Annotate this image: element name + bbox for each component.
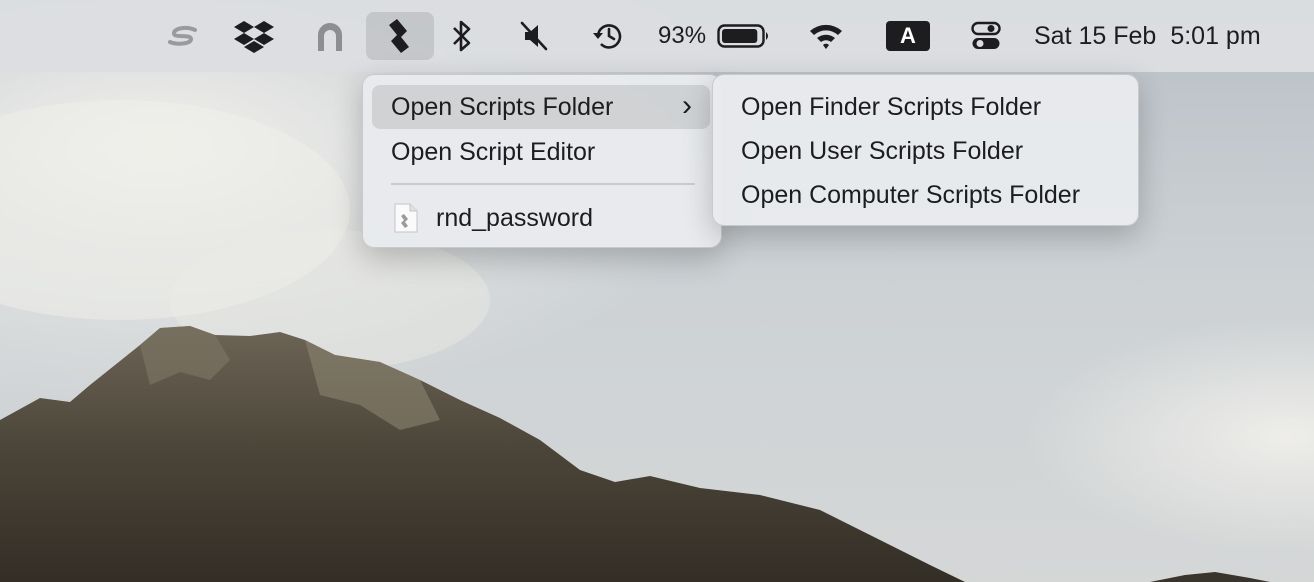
menu-item-open-script-editor[interactable]: Open Script Editor bbox=[372, 130, 710, 174]
bluetooth-icon[interactable] bbox=[440, 12, 484, 60]
time-text: 5:01 pm bbox=[1170, 21, 1261, 50]
time-machine-icon[interactable] bbox=[585, 12, 631, 60]
wifi-icon[interactable] bbox=[804, 12, 848, 60]
menu-item-rnd-password[interactable]: rnd_password bbox=[372, 196, 710, 240]
input-source-icon[interactable]: A bbox=[884, 12, 932, 60]
clock[interactable]: Sat 15 Feb 5:01 pm bbox=[1034, 12, 1284, 60]
script-menu-dropdown: Open Scripts Folder › Open Script Editor… bbox=[362, 74, 722, 248]
mute-icon[interactable] bbox=[512, 12, 556, 60]
date-text: Sat 15 Feb bbox=[1034, 21, 1157, 50]
scripts-folder-submenu: Open Finder Scripts Folder Open User Scr… bbox=[712, 74, 1139, 226]
menu-item-label: Open Computer Scripts Folder bbox=[741, 180, 1081, 209]
menu-separator bbox=[391, 183, 695, 185]
setapp-icon[interactable] bbox=[160, 12, 206, 60]
chevron-right-icon: › bbox=[682, 89, 692, 122]
input-source-label: A bbox=[886, 21, 930, 51]
control-center-icon[interactable] bbox=[964, 12, 1008, 60]
menu-item-open-finder-scripts-folder[interactable]: Open Finder Scripts Folder bbox=[722, 85, 1127, 129]
dropbox-icon[interactable] bbox=[230, 12, 278, 60]
menu-item-label: Open User Scripts Folder bbox=[741, 136, 1024, 165]
menu-item-label: rnd_password bbox=[436, 203, 594, 232]
menu-item-open-user-scripts-folder[interactable]: Open User Scripts Folder bbox=[722, 129, 1127, 173]
script-menu-icon[interactable] bbox=[366, 12, 434, 60]
battery-percent[interactable]: 93% bbox=[658, 12, 714, 60]
battery-percent-text: 93% bbox=[658, 22, 707, 49]
menu-item-label: Open Scripts Folder bbox=[391, 92, 614, 121]
battery-icon[interactable] bbox=[716, 12, 772, 60]
script-file-icon bbox=[394, 203, 418, 233]
menu-bar: 93% A Sat 15 Feb 5:01 pm bbox=[0, 0, 1314, 72]
menu-item-label: Open Script Editor bbox=[391, 137, 596, 166]
menu-item-label: Open Finder Scripts Folder bbox=[741, 92, 1042, 121]
arch-app-icon[interactable] bbox=[308, 12, 352, 60]
menu-item-open-scripts-folder[interactable]: Open Scripts Folder › bbox=[372, 85, 710, 129]
menu-item-open-computer-scripts-folder[interactable]: Open Computer Scripts Folder bbox=[722, 173, 1127, 217]
